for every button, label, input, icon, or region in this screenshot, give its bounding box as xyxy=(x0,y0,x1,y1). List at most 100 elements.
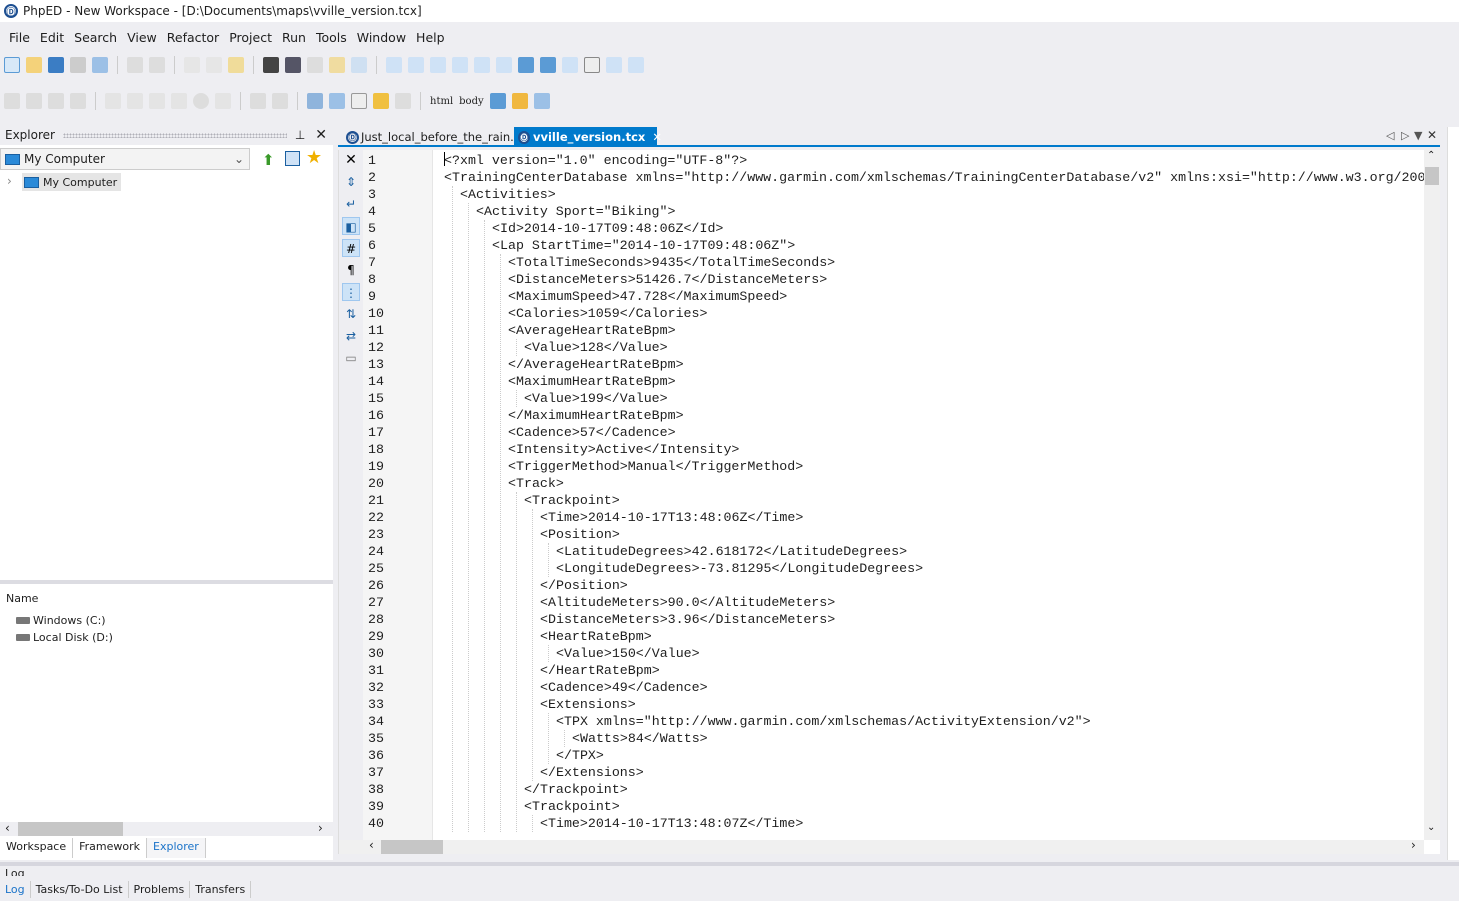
html-input-icon[interactable] xyxy=(408,57,424,73)
menu-edit[interactable]: Edit xyxy=(35,30,69,45)
vertical-scrollbar[interactable]: ⌃ ⌄ xyxy=(1424,150,1440,840)
replace-icon[interactable] xyxy=(307,57,323,73)
pause-icon[interactable] xyxy=(70,93,86,109)
code-line[interactable]: <AverageHeartRateBpm> xyxy=(508,322,676,339)
code-line[interactable]: </Position> xyxy=(540,577,628,594)
html-submit-icon[interactable] xyxy=(606,57,622,73)
code-line[interactable]: <Time>2014-10-17T13:48:06Z</Time> xyxy=(540,509,803,526)
close-icon[interactable]: ✕ xyxy=(315,127,327,143)
code-line[interactable]: </Trackpoint> xyxy=(524,781,628,798)
name-column-header[interactable]: Name xyxy=(6,592,38,605)
pilcrow-icon[interactable]: ¶ xyxy=(342,261,360,279)
tree-item-my-computer[interactable]: My Computer xyxy=(22,173,122,191)
favorites-star-icon[interactable]: ★ xyxy=(306,147,322,168)
code-line[interactable]: <Intensity>Active</Intensity> xyxy=(508,441,739,458)
bookmark-icon[interactable]: ▭ xyxy=(342,349,360,367)
forward-icon[interactable] xyxy=(272,93,288,109)
code-line[interactable]: <Id>2014-10-17T09:48:06Z</Id> xyxy=(492,220,723,237)
scroll-up-icon[interactable]: ⌃ xyxy=(1427,150,1435,161)
wrap-lines-icon[interactable]: ⇄ xyxy=(342,327,360,345)
menu-search[interactable]: Search xyxy=(69,30,122,45)
location-dropdown[interactable]: My Computer ⌄ xyxy=(0,148,250,170)
code-line[interactable]: <AltitudeMeters>90.0</AltitudeMeters> xyxy=(540,594,835,611)
html-table-icon[interactable] xyxy=(430,57,446,73)
tab-log[interactable]: Log xyxy=(0,881,31,898)
tab-scroll-right-icon[interactable]: ▷ xyxy=(1401,129,1409,142)
html-button-icon[interactable] xyxy=(584,57,600,73)
menu-run[interactable]: Run xyxy=(277,30,311,45)
tab-problems[interactable]: Problems xyxy=(129,881,191,898)
code-line[interactable]: </Extensions> xyxy=(540,764,644,781)
scroll-thumb[interactable] xyxy=(1425,167,1439,185)
code-line[interactable]: <MaximumSpeed>47.728</MaximumSpeed> xyxy=(508,288,787,305)
code-line[interactable]: <Watts>84</Watts> xyxy=(572,730,708,747)
scroll-left-icon[interactable]: ‹ xyxy=(369,838,374,852)
folder-up-icon[interactable]: ⬆ xyxy=(262,151,275,169)
tab-just-local[interactable]: Ⓓ Just_local_before_the_rain.tcx xyxy=(342,127,535,147)
html-radio-icon[interactable] xyxy=(474,57,490,73)
tab-framework[interactable]: Framework xyxy=(73,838,148,858)
html-text-icon[interactable] xyxy=(562,57,578,73)
menu-project[interactable]: Project xyxy=(224,30,277,45)
code-line[interactable]: </AverageHeartRateBpm> xyxy=(508,356,684,373)
split-icon[interactable]: ⇅ xyxy=(342,305,360,323)
menu-refactor[interactable]: Refactor xyxy=(162,30,224,45)
code-line[interactable]: <LongitudeDegrees>-73.81295</LongitudeDe… xyxy=(556,560,923,577)
copy-icon[interactable] xyxy=(206,57,222,73)
html-tag-button[interactable]: html xyxy=(430,96,453,107)
code-line[interactable]: </HeartRateBpm> xyxy=(540,662,660,679)
code-line[interactable]: <TotalTimeSeconds>9435</TotalTimeSeconds… xyxy=(508,254,835,271)
clipboard-icon[interactable] xyxy=(351,57,367,73)
horizontal-scrollbar[interactable]: ‹ › xyxy=(0,821,333,836)
line-numbers-icon[interactable]: # xyxy=(342,239,360,257)
horizontal-scrollbar[interactable]: ‹ › xyxy=(339,838,1424,854)
tools-icon[interactable] xyxy=(307,93,323,109)
document-user-icon[interactable] xyxy=(329,93,345,109)
code-line[interactable]: <Activities> xyxy=(460,186,556,203)
code-line[interactable]: <Lap StartTime="2014-10-17T09:48:06Z"> xyxy=(492,237,795,254)
menu-window[interactable]: Window xyxy=(352,30,411,45)
code-line[interactable]: <Trackpoint> xyxy=(524,798,620,815)
scroll-right-icon[interactable]: › xyxy=(1411,838,1416,852)
code-line[interactable]: <Value>128</Value> xyxy=(524,339,668,356)
tab-workspace[interactable]: Workspace xyxy=(0,838,74,858)
code-line[interactable]: <DistanceMeters>3.96</DistanceMeters> xyxy=(540,611,835,628)
tab-explorer[interactable]: Explorer xyxy=(147,838,206,858)
goto-icon[interactable] xyxy=(329,57,345,73)
find-next-icon[interactable] xyxy=(285,57,301,73)
code-line[interactable]: <Position> xyxy=(540,526,620,543)
new-file-icon[interactable] xyxy=(4,57,20,73)
step-into-icon[interactable] xyxy=(105,93,121,109)
code-line[interactable]: <TriggerMethod>Manual</TriggerMethod> xyxy=(508,458,803,475)
hand-icon[interactable] xyxy=(215,93,231,109)
palette-icon[interactable] xyxy=(373,93,389,109)
code-line[interactable]: <Extensions> xyxy=(540,696,636,713)
code-line[interactable]: <Time>2014-10-17T13:48:07Z</Time> xyxy=(540,815,803,832)
code-line[interactable]: <TrainingCenterDatabase xmlns="http://ww… xyxy=(444,169,1425,186)
code-line[interactable]: <Cadence>57</Cadence> xyxy=(508,424,676,441)
code-line[interactable]: <Track> xyxy=(508,475,564,492)
wrap-icon[interactable]: ↵ xyxy=(342,195,360,213)
paste-icon[interactable] xyxy=(228,57,244,73)
code-line[interactable]: <DistanceMeters>51426.7</DistanceMeters> xyxy=(508,271,827,288)
code-line[interactable]: <Activity Sport="Biking"> xyxy=(476,203,676,220)
code-line[interactable]: <Calories>1059</Calories> xyxy=(508,305,708,322)
stop-icon[interactable] xyxy=(193,93,209,109)
copy-window-icon[interactable] xyxy=(489,93,506,109)
html-reset-icon[interactable] xyxy=(628,57,644,73)
step-out-icon[interactable] xyxy=(149,93,165,109)
scroll-down-icon[interactable]: ⌄ xyxy=(1427,822,1435,833)
profile-icon[interactable] xyxy=(48,93,64,109)
collapse-icon[interactable]: ⇕ xyxy=(342,173,360,191)
body-tag-button[interactable]: body xyxy=(459,96,483,107)
find-icon[interactable] xyxy=(263,57,279,73)
folding-icon[interactable]: ◧ xyxy=(342,217,360,235)
tab-scroll-left-icon[interactable]: ◁ xyxy=(1386,129,1394,142)
menu-view[interactable]: View xyxy=(122,30,162,45)
run-to-cursor-icon[interactable] xyxy=(171,93,187,109)
tab-tasks[interactable]: Tasks/To-Do List xyxy=(31,881,129,898)
cut-icon[interactable] xyxy=(184,57,200,73)
code-line[interactable]: <HeartRateBpm> xyxy=(540,628,652,645)
tab-vville-version[interactable]: Ⓓvville_version.tcx ✕ xyxy=(514,127,662,147)
drive-item[interactable]: Windows (C:) xyxy=(16,614,106,627)
